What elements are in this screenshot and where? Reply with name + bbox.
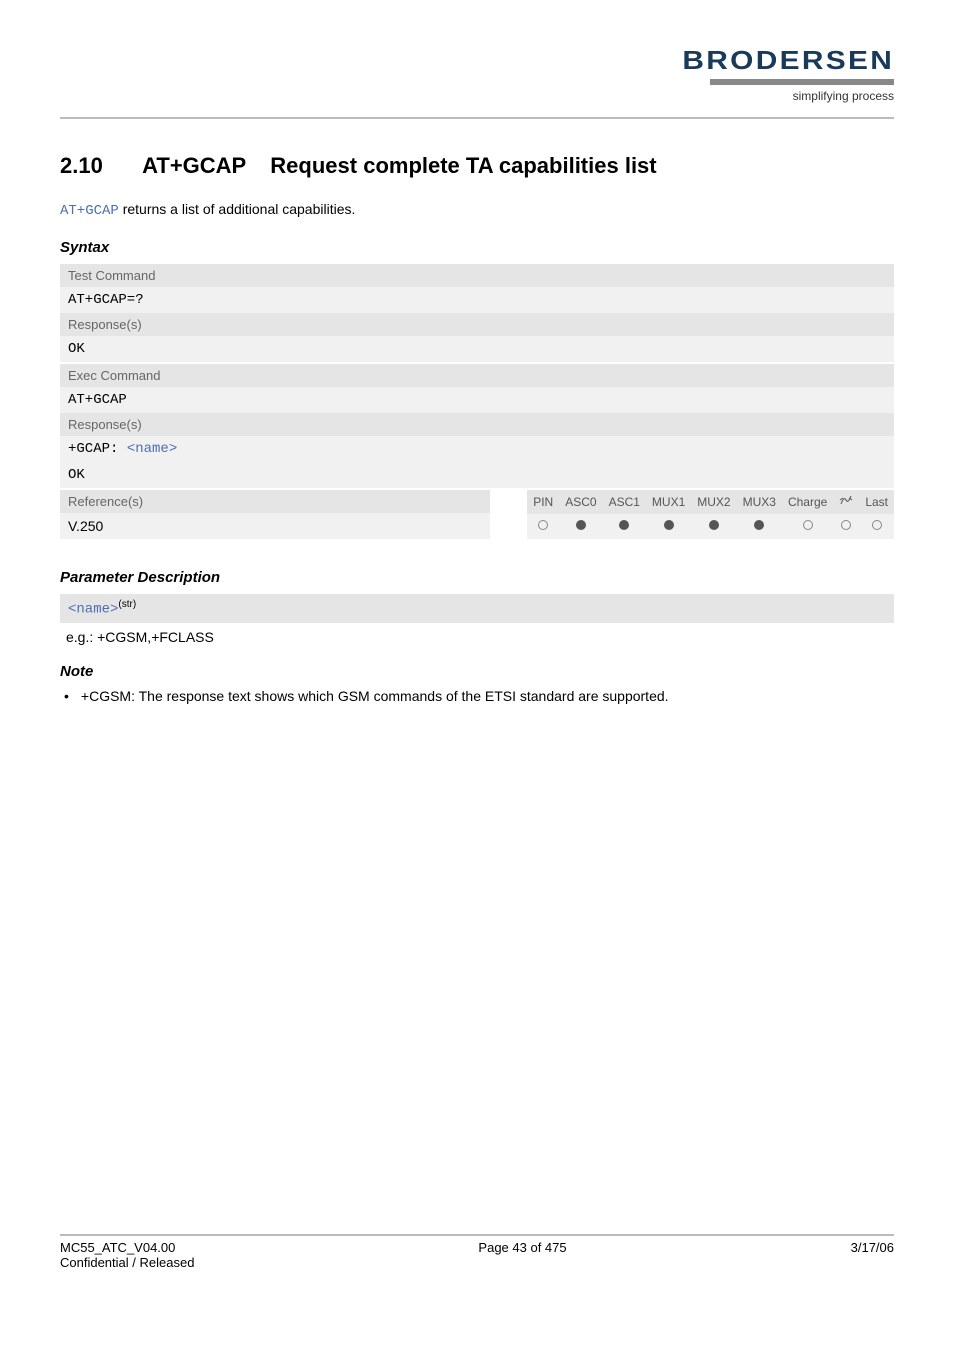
page-header: BRODERSEN simplifying process bbox=[60, 45, 894, 111]
reference-label: Reference(s) bbox=[60, 490, 490, 513]
syntax-block: Test Command AT+GCAP=? Response(s) OK Ex… bbox=[60, 264, 894, 539]
applic-val-charge bbox=[782, 514, 833, 539]
applic-val-mux3 bbox=[737, 514, 782, 539]
footer-date: 3/17/06 bbox=[851, 1240, 894, 1270]
applic-val-pin bbox=[527, 514, 559, 539]
applic-col-asc1: ASC1 bbox=[603, 490, 646, 514]
exec-response-label: Response(s) bbox=[60, 413, 894, 436]
applic-val-mux1 bbox=[646, 514, 691, 539]
filled-dot-icon bbox=[576, 520, 586, 530]
applic-col-mux2: MUX2 bbox=[691, 490, 736, 514]
applic-col-asc0: ASC0 bbox=[559, 490, 602, 514]
footer-doc: MC55_ATC_V04.00 bbox=[60, 1240, 194, 1255]
param-name-row: <name>(str) bbox=[60, 594, 894, 623]
section-number: 2.10 bbox=[60, 153, 103, 179]
footer-page: Page 43 of 475 bbox=[478, 1240, 566, 1270]
footer-status: Confidential / Released bbox=[60, 1255, 194, 1270]
exec-response-ok: OK bbox=[60, 462, 894, 488]
open-dot-icon bbox=[872, 520, 882, 530]
test-response-label: Response(s) bbox=[60, 313, 894, 336]
reference-row: Reference(s) V.250 PIN ASC0 ASC1 MUX1 MU… bbox=[60, 490, 894, 539]
filled-dot-icon bbox=[754, 520, 764, 530]
open-dot-icon bbox=[841, 520, 851, 530]
applic-col-last: Last bbox=[859, 490, 894, 514]
exec-command-code: AT+GCAP bbox=[60, 387, 894, 413]
brand-tagline: simplifying process bbox=[710, 89, 894, 103]
applic-val-mux2 bbox=[691, 514, 736, 539]
filled-dot-icon bbox=[619, 520, 629, 530]
applic-col-mux1: MUX1 bbox=[646, 490, 691, 514]
test-response-code: OK bbox=[60, 336, 894, 362]
applic-col-pin: PIN bbox=[527, 490, 559, 514]
applic-val-last bbox=[859, 514, 894, 539]
applic-col-mux3: MUX3 bbox=[737, 490, 782, 514]
intro-code-link[interactable]: AT+GCAP bbox=[60, 203, 119, 219]
brand-bar bbox=[710, 79, 894, 85]
footer-divider bbox=[60, 1234, 894, 1236]
filled-dot-icon bbox=[664, 520, 674, 530]
applic-header-row: PIN ASC0 ASC1 MUX1 MUX2 MUX3 Charge Last bbox=[527, 490, 894, 514]
open-dot-icon bbox=[538, 520, 548, 530]
airwave-icon bbox=[839, 494, 853, 506]
applicability-table: PIN ASC0 ASC1 MUX1 MUX2 MUX3 Charge Last bbox=[527, 490, 894, 539]
page-footer: MC55_ATC_V04.00 Confidential / Released … bbox=[60, 1234, 894, 1270]
filled-dot-icon bbox=[709, 520, 719, 530]
test-command-label: Test Command bbox=[60, 264, 894, 287]
syntax-heading: Syntax bbox=[60, 239, 894, 256]
param-desc-heading: Parameter Description bbox=[60, 569, 894, 586]
exec-response-param[interactable]: <name> bbox=[127, 441, 177, 457]
note-item: +CGSM: The response text shows which GSM… bbox=[60, 688, 894, 704]
applic-val-asc1 bbox=[603, 514, 646, 539]
reference-value: V.250 bbox=[60, 513, 490, 539]
section-command: AT+GCAP bbox=[142, 153, 246, 178]
applic-val-asc0 bbox=[559, 514, 602, 539]
param-example: e.g.: +CGSM,+FCLASS bbox=[60, 623, 894, 645]
exec-response-line1: +GCAP: <name> bbox=[60, 436, 894, 462]
applic-col-charge: Charge bbox=[782, 490, 833, 514]
header-divider bbox=[60, 117, 894, 119]
param-name-link[interactable]: <name> bbox=[68, 602, 118, 618]
exec-response-prefix: +GCAP: bbox=[68, 441, 127, 457]
exec-command-label: Exec Command bbox=[60, 364, 894, 387]
applic-value-row bbox=[527, 514, 894, 539]
intro-text: returns a list of additional capabilitie… bbox=[119, 201, 356, 217]
open-dot-icon bbox=[803, 520, 813, 530]
test-command-code: AT+GCAP=? bbox=[60, 287, 894, 313]
applic-col-airwave bbox=[833, 490, 859, 514]
applic-val-airwave bbox=[833, 514, 859, 539]
param-type: (str) bbox=[118, 599, 136, 610]
intro-paragraph: AT+GCAP returns a list of additional cap… bbox=[60, 201, 894, 219]
section-heading: 2.10 AT+GCAP Request complete TA capabil… bbox=[60, 153, 894, 179]
section-title: Request complete TA capabilities list bbox=[270, 153, 656, 178]
brand-logo: BRODERSEN bbox=[682, 45, 894, 76]
note-heading: Note bbox=[60, 663, 894, 680]
